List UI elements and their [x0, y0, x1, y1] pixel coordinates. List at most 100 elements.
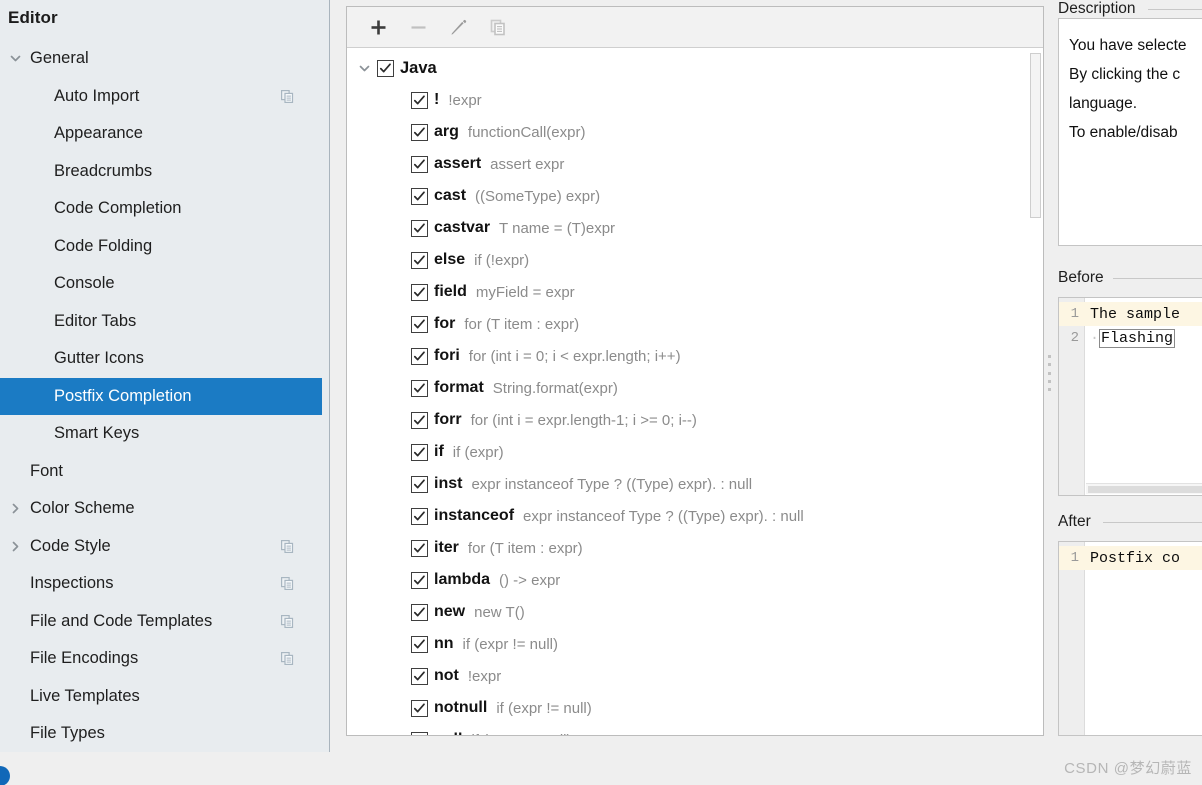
template-row[interactable]: inst expr instanceof Type ? ((Type) expr)… — [347, 468, 752, 500]
sidebar-item-font[interactable]: Font — [0, 453, 330, 490]
template-checkbox[interactable] — [377, 59, 394, 77]
template-checkbox[interactable] — [411, 219, 428, 237]
sidebar-item-label: Appearance — [54, 124, 143, 142]
template-checkbox[interactable] — [411, 635, 428, 653]
template-row[interactable]: for for (T item : expr) — [347, 308, 579, 340]
sidebar-item-label: Color Scheme — [30, 499, 135, 517]
twisty-placeholder — [6, 200, 24, 218]
twisty-placeholder — [6, 87, 24, 105]
chevron-down-icon[interactable] — [6, 50, 24, 68]
sidebar-item-editor-tabs[interactable]: Editor Tabs — [0, 303, 330, 340]
postfix-templates-list[interactable]: Java! !expr arg functionCall(expr) assert ass… — [347, 49, 1043, 735]
template-row[interactable]: assert assert expr — [347, 148, 564, 180]
template-checkbox[interactable] — [411, 443, 428, 461]
chevron-right-icon[interactable] — [6, 537, 24, 555]
template-row[interactable]: fori for (int i = 0; i < expr.length; i++… — [347, 340, 681, 372]
list-scrollbar-thumb[interactable] — [1030, 53, 1041, 218]
template-checkbox[interactable] — [411, 347, 428, 365]
template-checkbox[interactable] — [411, 187, 428, 205]
template-key: nn — [434, 635, 454, 652]
template-checkbox[interactable] — [411, 539, 428, 557]
sidebar-item-code-style[interactable]: Code Style — [0, 528, 330, 565]
check-icon — [413, 222, 425, 232]
panel-splitter-grip[interactable] — [1047, 355, 1052, 391]
sidebar-item-console[interactable]: Console — [0, 265, 330, 302]
template-row[interactable]: arg functionCall(expr) — [347, 116, 585, 148]
settings-sidebar: Editor General Auto Import Appearance Bread… — [0, 0, 330, 752]
template-row[interactable]: iter for (T item : expr) — [347, 532, 583, 564]
chevron-down-icon[interactable] — [355, 59, 373, 77]
sidebar-item-appearance[interactable]: Appearance — [0, 115, 330, 152]
template-row[interactable]: new new T() — [347, 596, 525, 628]
add-button[interactable] — [359, 12, 397, 42]
remove-button[interactable] — [399, 12, 437, 42]
template-row[interactable]: cast ((SomeType) expr) — [347, 180, 600, 212]
sidebar-item-inspections[interactable]: Inspections — [0, 565, 330, 602]
template-checkbox[interactable] — [411, 315, 428, 333]
template-checkbox[interactable] — [411, 667, 428, 685]
sidebar-item-file-encodings[interactable]: File Encodings — [0, 640, 330, 677]
chevron-right-icon[interactable] — [6, 500, 24, 518]
sidebar-item-code-completion[interactable]: Code Completion — [0, 190, 330, 227]
sidebar-item-file-and-code-templates[interactable]: File and Code Templates — [0, 603, 330, 640]
template-checkbox[interactable] — [411, 155, 428, 173]
template-row[interactable]: lambda () -> expr — [347, 564, 560, 596]
template-row[interactable]: field myField = expr — [347, 276, 575, 308]
template-checkbox[interactable] — [411, 475, 428, 493]
template-checkbox[interactable] — [411, 283, 428, 301]
template-checkbox[interactable] — [411, 507, 428, 525]
copy-icon — [280, 652, 293, 666]
edit-button[interactable] — [439, 12, 477, 42]
sidebar-item-auto-import[interactable]: Auto Import — [0, 78, 330, 115]
template-row[interactable]: else if (!expr) — [347, 244, 529, 276]
twisty-placeholder — [6, 237, 24, 255]
sidebar-item-code-folding[interactable]: Code Folding — [0, 228, 330, 265]
before-hscrollbar-track[interactable] — [1086, 483, 1202, 494]
template-checkbox[interactable] — [411, 699, 428, 717]
after-editor[interactable]: 1 Postfix co — [1058, 541, 1202, 736]
template-row[interactable]: castvar T name = (T)expr — [347, 212, 615, 244]
check-icon — [379, 62, 391, 72]
template-row[interactable]: format String.format(expr) — [347, 372, 618, 404]
line-number: 1 — [1070, 550, 1079, 566]
sidebar-item-breadcrumbs[interactable]: Breadcrumbs — [0, 153, 330, 190]
grip-dot — [1048, 355, 1051, 358]
template-checkbox[interactable] — [411, 123, 428, 141]
template-description: myField = expr — [475, 283, 575, 301]
sidebar-item-postfix-completion[interactable]: Postfix Completion — [0, 377, 330, 415]
sidebar-item-live-templates[interactable]: Live Templates — [0, 678, 330, 715]
template-checkbox[interactable] — [411, 411, 428, 429]
sidebar-item-file-types[interactable]: File Types — [0, 715, 330, 752]
template-checkbox[interactable] — [411, 571, 428, 589]
chevron-down-icon — [359, 65, 369, 71]
template-checkbox[interactable] — [411, 379, 428, 397]
template-row[interactable]: nn if (expr != null) — [347, 628, 558, 660]
sidebar-item-smart-keys[interactable]: Smart Keys — [0, 415, 330, 452]
sidebar-item-label: General — [30, 49, 89, 67]
template-checkbox[interactable] — [411, 603, 428, 621]
template-row[interactable]: notnull if (expr != null) — [347, 692, 592, 724]
template-group-row[interactable]: Java — [347, 52, 437, 84]
code-text: · Flashing — [1090, 328, 1176, 348]
sidebar-item-label: Code Completion — [54, 199, 182, 217]
before-editor[interactable]: 1 The sample 2 · Flashing — [1058, 297, 1202, 496]
template-row[interactable]: forr for (int i = expr.length-1; i >= 0; … — [347, 404, 697, 436]
sidebar-item-general[interactable]: General — [0, 40, 330, 77]
template-row[interactable]: instanceof expr instanceof Type ? ((Type)… — [347, 500, 804, 532]
template-row[interactable]: not !expr — [347, 660, 501, 692]
template-checkbox[interactable] — [411, 731, 428, 735]
before-hscrollbar-thumb[interactable] — [1088, 486, 1202, 493]
template-checkbox[interactable] — [411, 251, 428, 269]
sidebar-item-color-scheme[interactable]: Color Scheme — [0, 490, 330, 527]
template-row[interactable]: null if (expr == null) — [347, 724, 571, 735]
template-description: for (T item : expr) — [467, 539, 583, 557]
copy-settings-icon — [279, 613, 295, 629]
template-checkbox[interactable] — [411, 91, 428, 109]
template-row[interactable]: if if (expr) — [347, 436, 504, 468]
duplicate-button[interactable] — [479, 12, 517, 42]
sidebar-item-gutter-icons[interactable]: Gutter Icons — [0, 340, 330, 377]
template-row[interactable]: ! !expr — [347, 84, 482, 116]
twisty-placeholder — [6, 125, 24, 143]
sidebar-item-label: Postfix Completion — [54, 386, 192, 405]
twisty-placeholder — [6, 425, 24, 443]
